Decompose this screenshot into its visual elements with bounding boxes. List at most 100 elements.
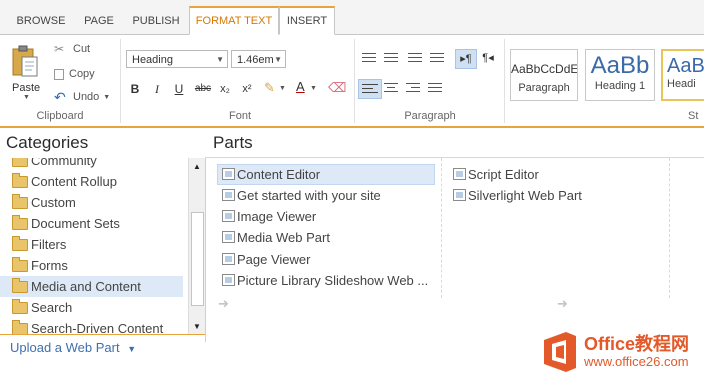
increase-indent-button[interactable] <box>428 50 446 66</box>
group-divider <box>354 39 355 123</box>
part-item[interactable]: Get started with your site <box>218 186 434 205</box>
superscript-button[interactable]: x² <box>238 80 256 98</box>
image-icon <box>222 210 235 222</box>
folder-icon <box>12 236 28 251</box>
list-item-label: Search-Driven Content <box>31 321 164 334</box>
cut-button[interactable]: ✂ Cut <box>54 40 90 58</box>
tab-page[interactable]: PAGE <box>74 6 124 34</box>
justify-button[interactable] <box>426 80 444 96</box>
style-heading-2[interactable]: AaBb Headi <box>661 49 704 101</box>
scroll-thumb[interactable] <box>191 212 204 306</box>
styles-group-label: St <box>688 110 699 122</box>
list-item[interactable]: Search-Driven Content <box>0 318 183 334</box>
categories-bottom-line <box>0 334 205 335</box>
part-item[interactable]: Picture Library Slideshow Web ... <box>218 271 434 290</box>
list-item[interactable]: Community <box>0 158 183 171</box>
web-part-icon <box>453 189 466 201</box>
part-item[interactable]: Silverlight Web Part <box>449 186 649 205</box>
bullets-button[interactable] <box>360 50 378 66</box>
ltr-button[interactable]: ▸¶ <box>455 49 477 69</box>
font-color-icon: A <box>296 79 305 94</box>
underline-button[interactable]: U <box>170 80 188 98</box>
categories-scrollbar[interactable]: ▲ ▼ <box>188 158 205 334</box>
list-item[interactable]: Filters <box>0 234 183 255</box>
undo-icon: ↶ <box>54 89 66 105</box>
cut-label: Cut <box>73 43 91 55</box>
align-right-button[interactable] <box>404 80 422 96</box>
style-name: Heading 1 <box>594 80 646 92</box>
font-size-value: 1.46em <box>237 54 274 66</box>
list-item[interactable]: Custom <box>0 192 183 213</box>
list-item-label: Custom <box>31 195 76 210</box>
next-page-icon[interactable]: ➜ <box>557 296 568 312</box>
watermark-brand: Office教程网 <box>584 334 690 354</box>
tab-insert[interactable]: INSERT <box>279 6 335 35</box>
web-part-icon <box>222 274 235 286</box>
font-style-select[interactable]: Heading ▼ <box>126 50 228 68</box>
paste-button[interactable]: Paste ▼ <box>10 45 44 105</box>
previous-page-icon[interactable]: ➜ <box>218 296 229 312</box>
parts-top-line <box>205 157 704 158</box>
paste-icon <box>12 45 38 77</box>
tab-publish[interactable]: PUBLISH <box>124 6 188 34</box>
part-label: Page Viewer <box>237 252 311 267</box>
align-center-button[interactable] <box>382 80 400 96</box>
scroll-up-icon[interactable]: ▲ <box>193 162 201 171</box>
part-item[interactable]: Page Viewer <box>218 250 434 269</box>
web-part-icon <box>453 168 466 180</box>
style-name: Paragraph <box>518 82 570 94</box>
italic-button[interactable]: I <box>148 80 166 98</box>
chevron-down-icon[interactable]: ▼ <box>23 94 44 101</box>
part-item[interactable]: Media Web Part <box>218 228 434 247</box>
chevron-down-icon[interactable]: ▼ <box>103 94 110 101</box>
tab-format-text[interactable]: FORMAT TEXT <box>189 6 279 35</box>
strikethrough-button[interactable]: abc <box>192 80 214 98</box>
copy-button[interactable]: Copy <box>54 65 95 83</box>
list-item[interactable]: Search <box>0 297 183 318</box>
scissors-icon: ✂ <box>54 42 65 56</box>
categories-list[interactable]: Community Content Rollup Custom Document… <box>0 158 187 334</box>
categories-header: Categories <box>6 133 89 152</box>
web-part-icon <box>222 168 235 180</box>
font-size-select[interactable]: 1.46em ▼ <box>231 50 286 68</box>
decrease-indent-button[interactable] <box>406 50 424 66</box>
folder-icon <box>12 158 28 167</box>
subscript-button[interactable]: x₂ <box>216 80 234 98</box>
font-group-label: Font <box>228 110 251 122</box>
list-item[interactable]: Content Rollup <box>0 171 183 192</box>
list-item-selected[interactable]: Media and Content <box>0 276 183 297</box>
chevron-down-icon: ▼ <box>216 55 224 64</box>
part-item[interactable]: Script Editor <box>449 165 649 184</box>
bold-button[interactable]: B <box>126 80 144 98</box>
eraser-icon: ⌫ <box>328 80 347 95</box>
undo-label: Undo <box>73 91 100 103</box>
copy-label: Copy <box>69 68 95 80</box>
list-item[interactable]: Forms <box>0 255 183 276</box>
numbering-button[interactable] <box>382 50 400 66</box>
font-style-value: Heading <box>132 54 173 66</box>
ribbon: Paste ▼ ✂ Cut Copy ↶ Undo ▼ Clipboard He… <box>0 35 704 128</box>
parts-header: Parts <box>213 133 253 152</box>
part-item[interactable]: Image Viewer <box>218 207 434 226</box>
list-item[interactable]: Document Sets <box>0 213 183 234</box>
font-color-button[interactable]: A ▼ <box>293 79 319 98</box>
part-item-selected[interactable]: Content Editor <box>217 164 435 185</box>
scroll-down-icon[interactable]: ▼ <box>193 322 201 331</box>
align-left-button[interactable] <box>358 79 382 99</box>
web-part-icon <box>222 189 235 201</box>
group-divider <box>120 39 121 123</box>
style-preview: AaBb <box>667 55 704 77</box>
upload-web-part-link[interactable]: Upload a Web Part ▼ <box>10 340 136 355</box>
undo-button[interactable]: ↶ Undo ▼ <box>54 88 110 106</box>
style-paragraph[interactable]: AaBbCcDdE Paragraph <box>510 49 578 101</box>
tab-browse[interactable]: BROWSE <box>8 6 74 34</box>
style-heading-1[interactable]: AaBb Heading 1 <box>585 49 655 101</box>
folder-icon <box>12 215 28 230</box>
clipboard-group-label: Clipboard <box>36 110 84 122</box>
clear-format-button[interactable]: ⌫ <box>326 80 346 98</box>
office-logo-icon <box>544 332 576 372</box>
rtl-button[interactable]: ¶◂ <box>478 49 498 67</box>
part-label: Silverlight Web Part <box>468 188 582 203</box>
highlight-color-button[interactable]: ✎ ▼ <box>262 80 288 98</box>
chevron-down-icon: ▼ <box>274 55 282 64</box>
